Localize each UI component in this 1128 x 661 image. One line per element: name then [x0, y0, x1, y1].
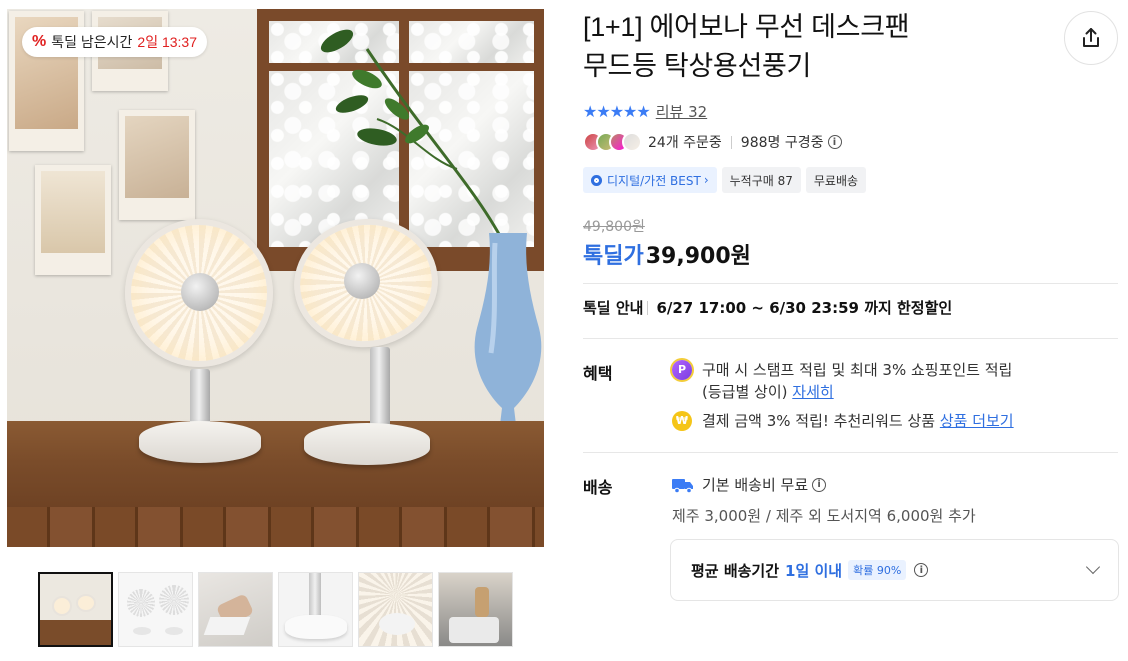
- info-icon[interactable]: i: [914, 563, 929, 577]
- info-icon[interactable]: i: [812, 477, 827, 492]
- thumbnail-1[interactable]: [38, 572, 113, 647]
- watching-count: 988명 구경중: [740, 135, 824, 151]
- info-icon[interactable]: i: [827, 135, 842, 149]
- fan-left: [125, 219, 275, 469]
- delivery-estimate-box[interactable]: 평균 배송기간 1일 이내 확률 90% i: [670, 539, 1119, 601]
- shipping-fee: 기본 배송비 무료: [702, 476, 809, 494]
- benefit-item-points: P 구매 시 스탬프 적립 및 최대 3% 쇼핑포인트 적립 (등급별 상이) …: [672, 359, 1012, 403]
- thumbnail-5[interactable]: [358, 572, 433, 647]
- probability-badge: 확률 90%: [848, 560, 907, 580]
- shipping-label: 배송: [583, 478, 613, 497]
- best-badge-icon: [591, 174, 602, 186]
- wall-photo: [119, 110, 195, 220]
- more-products-link[interactable]: 상품 더보기: [940, 412, 1014, 430]
- deal-info-label: 톡딜 안내: [583, 299, 644, 317]
- orders-count: 24개 주문중: [648, 135, 722, 151]
- product-title: [1+1] 에어보나 무선 데스크팬 무드등 탁상용선풍기: [583, 8, 1023, 86]
- blue-vase: [474, 233, 542, 439]
- cumulative-purchase-tag: 누적구매 87: [721, 167, 801, 193]
- product-title-line1: [1+1] 에어보나 무선 데스크팬: [583, 12, 910, 42]
- deal-info-row: 톡딜 안내 6/27 17:00 ~ 6/30 23:59 까지 한정할인: [583, 297, 952, 318]
- original-price: 49,800원: [583, 219, 645, 235]
- shipping-fee-row: 기본 배송비 무료 i: [672, 474, 827, 495]
- timer-remaining: 2일 13:37: [137, 34, 197, 50]
- rating-row: ★★★★★ 리뷰 32: [583, 101, 707, 122]
- shipping-extra: 제주 3,000원 / 제주 외 도서지역 6,000원 추가: [672, 507, 976, 525]
- chevron-down-icon[interactable]: [1085, 559, 1101, 575]
- thumbnail-2[interactable]: [118, 572, 193, 647]
- star-rating-icon: ★★★★★: [583, 102, 651, 121]
- thumbnail-6[interactable]: [438, 572, 513, 647]
- avg-delivery-value: 1일 이내: [785, 561, 843, 580]
- percent-icon: %: [32, 33, 47, 50]
- avatar-stack: [583, 132, 642, 152]
- won-coin-icon: ₩: [672, 411, 692, 431]
- thumbnail-strip: [38, 572, 513, 647]
- divider: [583, 283, 1118, 284]
- benefit-item-reward: ₩ 결제 금액 3% 적립! 추천리워드 상품 상품 더보기: [672, 410, 1014, 432]
- benefits-label: 혜택: [583, 364, 613, 383]
- tag-row: 디지털/가전 BEST › 누적구매 87 무료배송: [583, 167, 867, 193]
- product-title-line2: 무드등 탁상용선풍기: [583, 51, 812, 81]
- timer-prefix: 톡딜 남은시간: [51, 34, 133, 50]
- deal-timer-badge: % 톡딜 남은시간 2일 13:37: [22, 27, 207, 57]
- divider: [583, 452, 1118, 453]
- sale-price-row: 톡딜가 39,900원: [583, 238, 751, 270]
- free-shipping-tag: 무료배송: [805, 167, 867, 193]
- review-link[interactable]: 리뷰 32: [656, 101, 707, 122]
- divider: [583, 338, 1118, 339]
- wooden-shelf: [7, 421, 544, 513]
- thumbnail-4[interactable]: [278, 572, 353, 647]
- share-button[interactable]: [1064, 11, 1118, 65]
- benefit-detail-link[interactable]: 자세히: [792, 383, 833, 401]
- thumbnail-3[interactable]: [198, 572, 273, 647]
- share-icon: [1083, 28, 1099, 47]
- wall-photo: [35, 165, 111, 275]
- truck-icon: [672, 478, 693, 493]
- deal-period: 6/27 17:00 ~ 6/30 23:59 까지 한정할인: [656, 299, 953, 317]
- social-proof-row: 24개 주문중 988명 구경중 i: [583, 132, 842, 152]
- best-category-tag[interactable]: 디지털/가전 BEST ›: [583, 167, 717, 193]
- sale-price-label: 톡딜가: [583, 244, 644, 269]
- product-main-image[interactable]: [7, 9, 544, 547]
- avatar: [622, 132, 642, 152]
- sale-price: 39,900원: [645, 244, 751, 269]
- avg-delivery-label: 평균 배송기간: [691, 561, 780, 580]
- fan-right: [285, 209, 447, 469]
- chevron-right-icon: ›: [703, 173, 709, 187]
- point-coin-icon: P: [672, 360, 692, 380]
